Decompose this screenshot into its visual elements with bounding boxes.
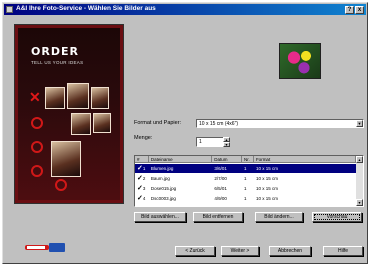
chevron-down-icon[interactable]: ▼	[356, 120, 363, 127]
row-date: 4/9/00	[214, 196, 227, 201]
poster-preview: ORDER TELL US YOUR IDEAS ✕	[14, 24, 124, 204]
row-date: 6/5/01	[214, 186, 227, 191]
row-number: 3	[142, 186, 146, 191]
poster-photo	[91, 87, 109, 109]
brand-logo	[25, 243, 67, 253]
quantity-label: Menge:	[134, 135, 153, 141]
poster-photo	[71, 113, 91, 135]
row-count: 1	[242, 164, 254, 173]
wizard-window: A&I Ihre Foto-Service - Wählen Sie Bilde…	[2, 2, 368, 264]
quantity-value: 1	[199, 139, 202, 145]
row-filename: Dsc0003.jpg	[150, 196, 176, 201]
poster-tagline: TELL US YOUR IDEAS	[31, 60, 84, 65]
row-format: 10 x 15 cm	[255, 196, 278, 201]
table-row[interactable]: ✓3 Dose015.jpg 6/5/01 1 10 x 15 cm	[135, 184, 356, 193]
row-count: 1	[244, 176, 247, 181]
row-format: 10 x 15 cm	[255, 176, 278, 181]
help-button[interactable]: Hilfe	[323, 246, 363, 256]
table-scrollbar[interactable]: ▲ ▼	[356, 156, 363, 206]
poster-circle-icon	[31, 141, 43, 153]
image-file-table[interactable]: # Dateiname Datum Nr. Format ✓1 Blumen.j…	[134, 155, 364, 207]
column-header[interactable]: Nr.	[242, 156, 254, 163]
scroll-up-icon[interactable]: ▲	[356, 156, 363, 163]
format-value: 10 x 15 cm (4x6")	[199, 121, 239, 127]
app-icon	[6, 6, 13, 13]
title-bar[interactable]: A&I Ihre Foto-Service - Wählen Sie Bilde…	[4, 4, 366, 15]
poster-circle-icon	[55, 179, 67, 191]
poster-photo	[51, 141, 81, 177]
table-row[interactable]: ✓4 Dsc0003.jpg 4/9/00 1 10 x 15 cm	[135, 194, 356, 203]
scroll-down-icon[interactable]: ▼	[356, 199, 363, 206]
row-count: 1	[244, 186, 247, 191]
help-title-button[interactable]: ?	[345, 6, 354, 14]
table-header: # Dateiname Datum Nr. Format	[135, 156, 356, 163]
edit-image-button[interactable]: Bild ändern...	[255, 212, 303, 222]
row-number: 1	[142, 166, 146, 171]
row-filename: Dose015.jpg	[150, 186, 177, 191]
add-images-button[interactable]: Bild auswählen...	[134, 212, 186, 222]
row-number: 2	[142, 176, 146, 181]
window-title: A&I Ihre Foto-Service - Wählen Sie Bilde…	[16, 5, 156, 12]
remove-images-button[interactable]: Bild entfernen	[193, 212, 243, 222]
poster-photo	[45, 87, 65, 109]
poster-brand: ORDER	[31, 45, 79, 58]
row-date: 2/7/00	[214, 176, 227, 181]
column-header[interactable]: Dateiname	[148, 156, 213, 163]
logo-stripe	[27, 246, 45, 249]
row-number: 4	[142, 196, 146, 201]
row-filename: Blumen.jpg	[148, 164, 213, 173]
row-date: 3/6/01	[212, 164, 243, 173]
format-select[interactable]: 10 x 15 cm (4x6") ▼	[196, 119, 364, 128]
poster-circle-icon	[31, 165, 43, 177]
cancel-button[interactable]: Abbrechen	[269, 246, 311, 256]
row-count: 1	[244, 196, 247, 201]
poster-photo	[93, 113, 111, 133]
table-row[interactable]: ✓1 Blumen.jpg 3/6/01 1 10 x 15 cm	[135, 164, 356, 173]
poster-circle-icon	[31, 117, 43, 129]
row-filename: Baum.jpg	[150, 176, 170, 181]
back-button[interactable]: < Zurück	[175, 246, 215, 256]
logo-blue-block	[49, 243, 65, 252]
poster-x-mark-icon: ✕	[29, 89, 41, 105]
preview-button[interactable]: Vorschau	[312, 212, 362, 222]
row-format: 10 x 15 cm	[253, 164, 356, 173]
table-row[interactable]: ✓2 Baum.jpg 2/7/00 1 10 x 15 cm	[135, 174, 356, 183]
column-header[interactable]: Format	[253, 156, 356, 163]
poster-photo	[67, 83, 89, 109]
close-button[interactable]: x	[355, 6, 364, 14]
column-header[interactable]: Datum	[212, 156, 243, 163]
column-header[interactable]: #	[135, 156, 149, 163]
selected-image-thumbnail	[279, 43, 321, 79]
format-label: Format und Papier:	[134, 120, 182, 126]
row-format: 10 x 15 cm	[255, 186, 278, 191]
spin-down-icon[interactable]: ▼	[223, 142, 230, 147]
next-button[interactable]: Weiter >	[221, 246, 259, 256]
